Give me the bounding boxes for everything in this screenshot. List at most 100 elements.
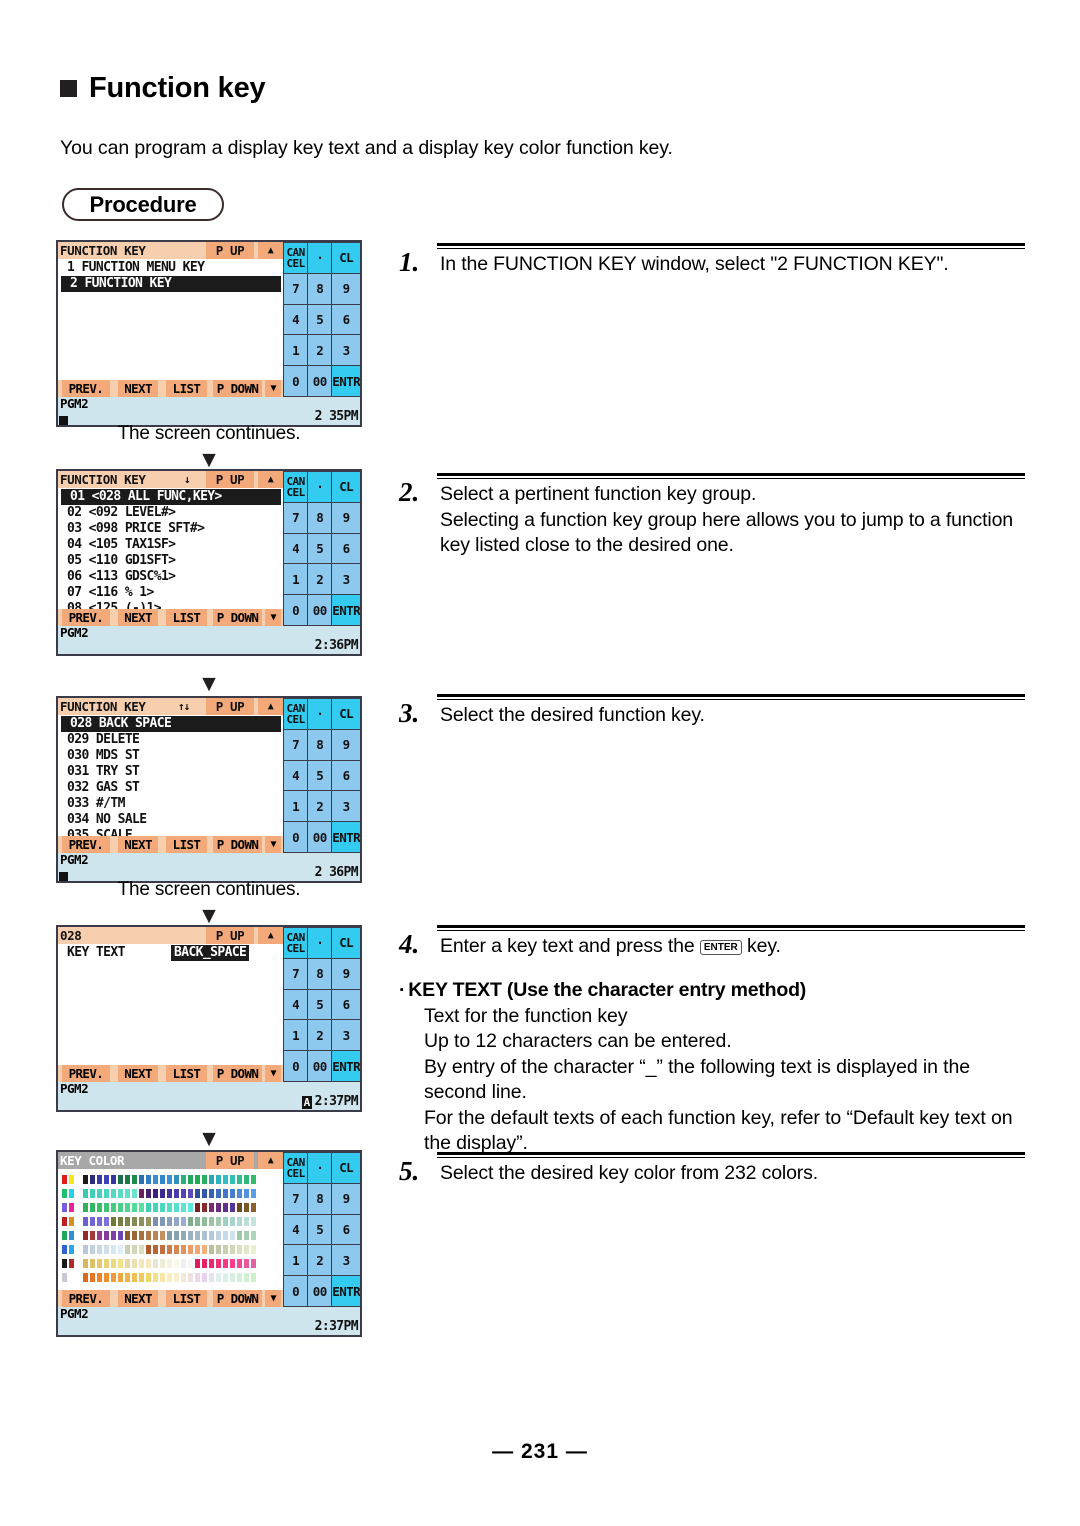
color-swatch[interactable] — [244, 1258, 249, 1268]
color-swatch[interactable] — [230, 1244, 235, 1254]
color-swatch[interactable] — [90, 1230, 95, 1240]
color-swatch[interactable] — [195, 1216, 200, 1226]
list-item[interactable]: 1 FUNCTION MENU KEY — [58, 260, 283, 276]
color-swatch[interactable] — [174, 1258, 179, 1268]
color-swatch[interactable] — [181, 1174, 186, 1184]
color-swatch[interactable] — [62, 1244, 67, 1254]
color-swatch[interactable] — [181, 1244, 186, 1254]
color-swatch[interactable] — [202, 1244, 207, 1254]
color-swatch[interactable] — [69, 1244, 74, 1254]
color-swatch[interactable] — [139, 1258, 144, 1268]
color-swatch[interactable] — [216, 1216, 221, 1226]
list-item[interactable]: 06 <113 GDSC%1> — [58, 569, 283, 585]
key-0[interactable]: 0 — [284, 595, 308, 625]
color-swatch[interactable] — [230, 1258, 235, 1268]
page-down-button[interactable]: P DOWN — [212, 1065, 263, 1082]
key-9[interactable]: 9 — [332, 958, 360, 989]
color-swatch[interactable] — [146, 1230, 151, 1240]
color-swatch[interactable] — [181, 1258, 186, 1268]
decimal-key[interactable]: · — [308, 699, 332, 729]
key-1[interactable]: 1 — [284, 564, 308, 595]
key-0[interactable]: 0 — [284, 1051, 308, 1081]
key-00[interactable]: 00 — [308, 595, 332, 625]
page-down-button[interactable]: P DOWN — [212, 609, 263, 626]
prev-button[interactable]: PREV. — [62, 836, 110, 853]
key-3[interactable]: 3 — [332, 564, 360, 595]
color-swatch[interactable] — [83, 1202, 88, 1212]
key-6[interactable]: 6 — [332, 989, 360, 1020]
color-swatch[interactable] — [223, 1258, 228, 1268]
color-swatch[interactable] — [139, 1202, 144, 1212]
key-3[interactable]: 3 — [332, 1020, 360, 1051]
color-swatch[interactable] — [216, 1174, 221, 1184]
color-swatch[interactable] — [230, 1188, 235, 1198]
page-up-button[interactable]: P UP — [206, 698, 254, 715]
color-swatch[interactable] — [216, 1258, 221, 1268]
color-swatch[interactable] — [188, 1258, 193, 1268]
color-swatch[interactable] — [202, 1188, 207, 1198]
key-8[interactable]: 8 — [308, 1183, 332, 1214]
up-arrow-icon[interactable]: ▲ — [258, 242, 283, 259]
key-text-value[interactable]: BACK_SPACE — [171, 945, 250, 961]
color-swatch[interactable] — [167, 1230, 172, 1240]
color-swatch[interactable] — [167, 1174, 172, 1184]
color-swatch[interactable] — [69, 1258, 74, 1268]
color-swatch[interactable] — [153, 1202, 158, 1212]
color-swatch[interactable] — [237, 1202, 242, 1212]
color-swatch[interactable] — [230, 1272, 235, 1282]
color-swatch[interactable] — [202, 1272, 207, 1282]
color-swatch[interactable] — [209, 1230, 214, 1240]
color-swatch[interactable] — [244, 1216, 249, 1226]
list-item[interactable]: 031 TRY ST — [58, 764, 283, 780]
color-swatch[interactable] — [244, 1230, 249, 1240]
color-swatch[interactable] — [90, 1216, 95, 1226]
next-button[interactable]: NEXT — [117, 380, 159, 397]
color-swatch[interactable] — [216, 1230, 221, 1240]
color-swatch[interactable] — [97, 1216, 102, 1226]
color-swatch[interactable] — [104, 1202, 109, 1212]
prev-button[interactable]: PREV. — [62, 1290, 110, 1307]
color-swatch[interactable] — [181, 1272, 186, 1282]
list-button[interactable]: LIST — [166, 1290, 207, 1307]
color-swatch[interactable] — [202, 1230, 207, 1240]
enter-key[interactable]: ENTR — [332, 595, 360, 625]
color-swatch[interactable] — [69, 1230, 74, 1240]
color-swatch[interactable] — [167, 1188, 172, 1198]
color-swatch[interactable] — [237, 1244, 242, 1254]
color-swatch[interactable] — [209, 1272, 214, 1282]
color-swatch[interactable] — [230, 1174, 235, 1184]
color-swatch[interactable] — [251, 1272, 256, 1282]
color-swatch[interactable] — [104, 1272, 109, 1282]
color-swatch[interactable] — [174, 1202, 179, 1212]
color-swatch[interactable] — [153, 1244, 158, 1254]
color-swatch[interactable] — [111, 1272, 116, 1282]
color-swatch[interactable] — [139, 1174, 144, 1184]
color-swatch[interactable] — [104, 1174, 109, 1184]
color-swatch[interactable] — [69, 1273, 74, 1282]
next-button[interactable]: NEXT — [117, 1290, 159, 1307]
color-swatch[interactable] — [230, 1202, 235, 1212]
key-2[interactable]: 2 — [308, 564, 332, 595]
key-1[interactable]: 1 — [284, 335, 308, 366]
color-swatch[interactable] — [251, 1216, 256, 1226]
color-swatch[interactable] — [202, 1258, 207, 1268]
list-item-selected[interactable]: 01 <028 ALL FUNC,KEY> — [61, 489, 281, 505]
color-palette-grid[interactable] — [58, 1170, 283, 1283]
color-swatch[interactable] — [167, 1202, 172, 1212]
key-4[interactable]: 4 — [284, 1214, 308, 1245]
color-swatch[interactable] — [237, 1216, 242, 1226]
clear-key[interactable]: CL — [332, 472, 360, 502]
color-swatch[interactable] — [174, 1230, 179, 1240]
key-1[interactable]: 1 — [284, 791, 308, 822]
color-swatch[interactable] — [62, 1202, 67, 1212]
key-6[interactable]: 6 — [332, 533, 360, 564]
color-swatch[interactable] — [111, 1216, 116, 1226]
key-6[interactable]: 6 — [332, 1214, 360, 1245]
color-swatch[interactable] — [139, 1244, 144, 1254]
key-6[interactable]: 6 — [332, 304, 360, 335]
cancel-key[interactable]: CAN CEL — [284, 1153, 308, 1183]
color-swatch[interactable] — [223, 1174, 228, 1184]
color-swatch[interactable] — [97, 1188, 102, 1198]
key-7[interactable]: 7 — [284, 502, 308, 533]
color-swatch[interactable] — [195, 1244, 200, 1254]
